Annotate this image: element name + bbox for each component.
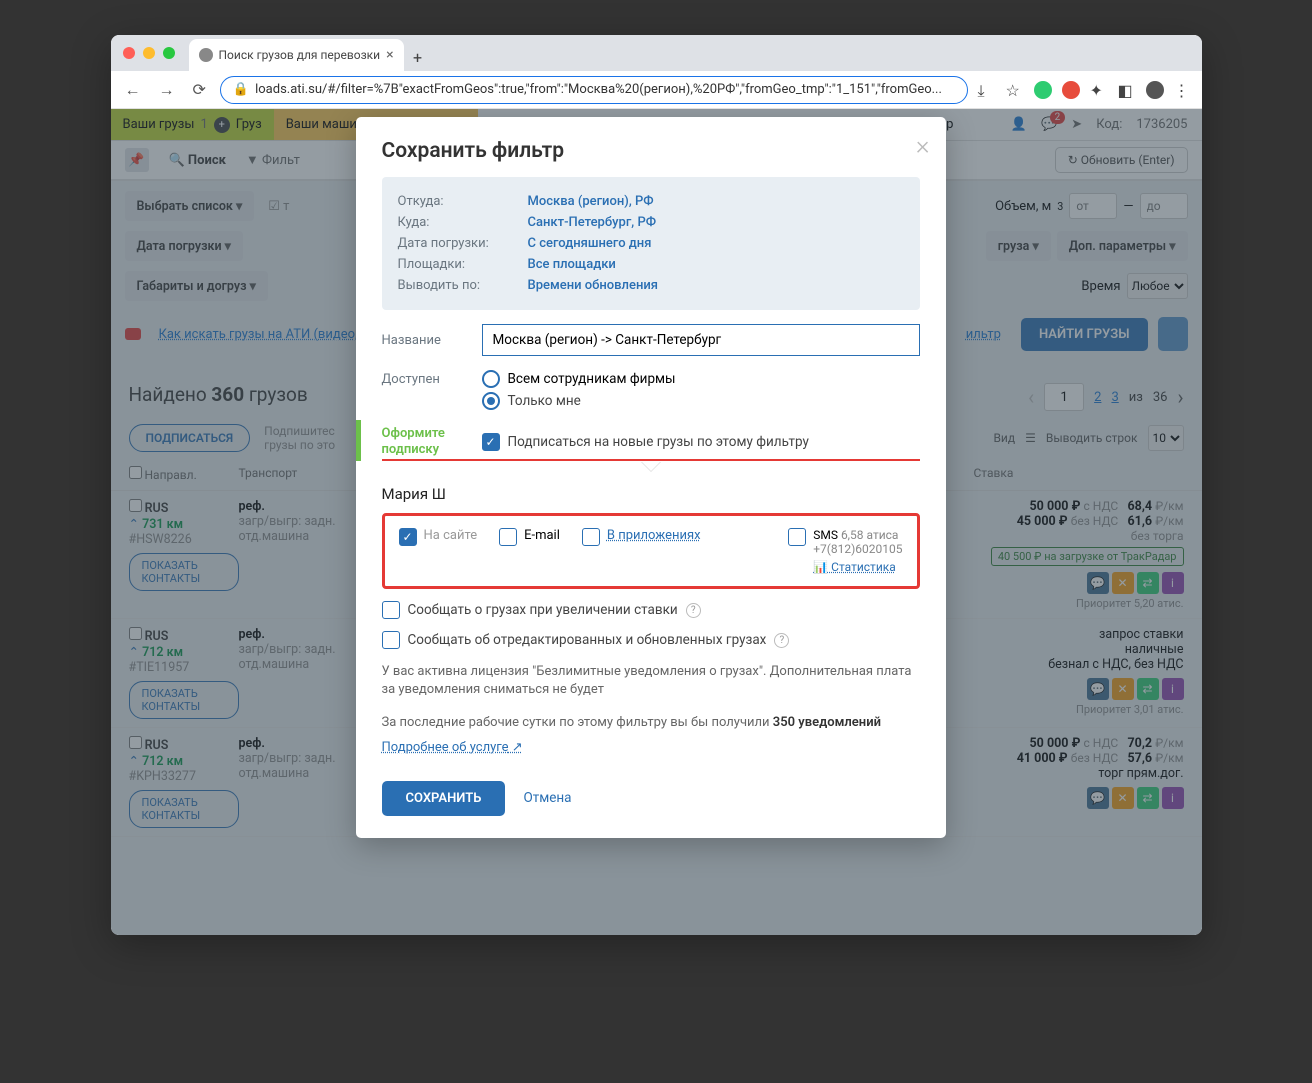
reload-icon[interactable]: ⟳ (189, 78, 210, 101)
radio-label: Только мне (508, 393, 581, 409)
more-info-link[interactable]: Подробнее об услуге ↗ (382, 740, 523, 755)
opt-edited-checkbox[interactable] (382, 631, 400, 649)
channel-email-checkbox[interactable] (499, 528, 517, 546)
new-tab-button[interactable]: + (404, 43, 432, 71)
extension-icons: ⤓ ☆ ✦ ◧ ⋮ (978, 81, 1192, 99)
tab-strip: Поиск грузов для перевозки × + (111, 35, 1202, 71)
label: Дата погрузки: (398, 236, 528, 251)
menu-icon[interactable]: ⋮ (1174, 81, 1192, 99)
subscribe-checkbox[interactable]: ✓ (482, 433, 500, 451)
subscribe-section-header: Оформите подписку ✓ Подписаться на новые… (382, 426, 920, 461)
tab-title: Поиск грузов для перевозки (219, 48, 381, 62)
browser-window: Поиск грузов для перевозки × + ← → ⟳ 🔒 l… (111, 35, 1202, 935)
channel-sms-checkbox[interactable] (788, 528, 806, 546)
ext-icon[interactable] (1034, 81, 1052, 99)
window-controls[interactable] (123, 47, 175, 59)
value: С сегодняшнего дня (528, 236, 652, 251)
help-icon[interactable]: ? (686, 603, 701, 618)
modal-title: Сохранить фильтр (382, 139, 920, 163)
back-icon[interactable]: ← (121, 78, 145, 102)
avail-label: Доступен (382, 372, 482, 387)
label: Сообщать об отредактированных и обновлен… (408, 632, 767, 648)
url-input[interactable]: 🔒 loads.ati.su/#/filter=%7B"exactFromGeo… (220, 76, 968, 104)
install-icon[interactable]: ⤓ (978, 81, 996, 99)
save-filter-modal: × Сохранить фильтр Откуда:Москва (регион… (356, 117, 946, 838)
name-label: Название (382, 333, 482, 348)
close-tab-icon[interactable]: × (386, 47, 393, 63)
favicon-icon (199, 48, 213, 62)
channel-site-checkbox[interactable]: ✓ (399, 528, 417, 546)
sms-label: SMS (813, 528, 838, 542)
label: Площадки: (398, 257, 528, 272)
license-info: У вас активна лицензия "Безлимитные увед… (382, 663, 920, 699)
puzzle-icon[interactable]: ✦ (1090, 81, 1108, 99)
label: Куда: (398, 215, 528, 230)
sms-phone: +7(812)6020105 (813, 542, 902, 556)
forward-icon[interactable]: → (155, 78, 179, 102)
panel-icon[interactable]: ◧ (1118, 81, 1136, 99)
star-icon[interactable]: ☆ (1006, 81, 1024, 99)
save-button[interactable]: СОХРАНИТЬ (382, 781, 506, 816)
opt-rate-increase-checkbox[interactable] (382, 601, 400, 619)
notif-estimate: За последние рабочие сутки по этому филь… (382, 714, 920, 732)
user-name: Мария Ш (382, 485, 920, 503)
help-icon[interactable]: ? (774, 633, 789, 648)
url-text: loads.ati.su/#/filter=%7B"exactFromGeos"… (255, 82, 942, 97)
channel-app-checkbox[interactable] (582, 528, 600, 546)
section-title: Оформите подписку (382, 426, 482, 457)
label: Откуда: (398, 194, 528, 209)
cancel-link[interactable]: Отмена (523, 790, 571, 806)
browser-tab[interactable]: Поиск грузов для перевозки × (189, 39, 404, 71)
radio-label: Всем сотрудникам фирмы (508, 371, 676, 387)
radio-only-me[interactable] (482, 392, 500, 410)
value: Москва (регион), РФ (528, 194, 654, 209)
channels-highlight: ✓ На сайте E-mail В приложениях SMS 6,58 … (382, 513, 920, 589)
ext-icon[interactable] (1062, 81, 1080, 99)
label: Сообщать о грузах при увеличении ставки (408, 602, 678, 618)
address-bar-row: ← → ⟳ 🔒 loads.ati.su/#/filter=%7B"exactF… (111, 71, 1202, 109)
app-link[interactable]: В приложениях (607, 528, 701, 543)
filter-name-input[interactable] (482, 324, 920, 356)
close-modal-button[interactable]: × (916, 131, 930, 161)
label: Выводить по: (398, 278, 528, 293)
sms-price: 6,58 атиса (841, 528, 899, 542)
avatar-icon[interactable] (1146, 81, 1164, 99)
filter-summary: Откуда:Москва (регион), РФ Куда:Санкт-Пе… (382, 177, 920, 310)
value: Санкт-Петербург, РФ (528, 215, 657, 230)
stats-link[interactable]: 📊 Статистика (813, 560, 902, 574)
value: Времени обновления (528, 278, 659, 293)
value: Все площадки (528, 257, 616, 272)
label: E-mail (524, 528, 560, 543)
label: На сайте (424, 528, 478, 543)
checkbox-label: Подписаться на новые грузы по этому филь… (508, 434, 809, 450)
page-content: Ваши грузы 1 + Груз Ваши машины 1 + Маши… (111, 109, 1202, 935)
lock-icon: 🔒 (233, 82, 249, 97)
radio-all-employees[interactable] (482, 370, 500, 388)
pointer-icon (641, 461, 661, 471)
